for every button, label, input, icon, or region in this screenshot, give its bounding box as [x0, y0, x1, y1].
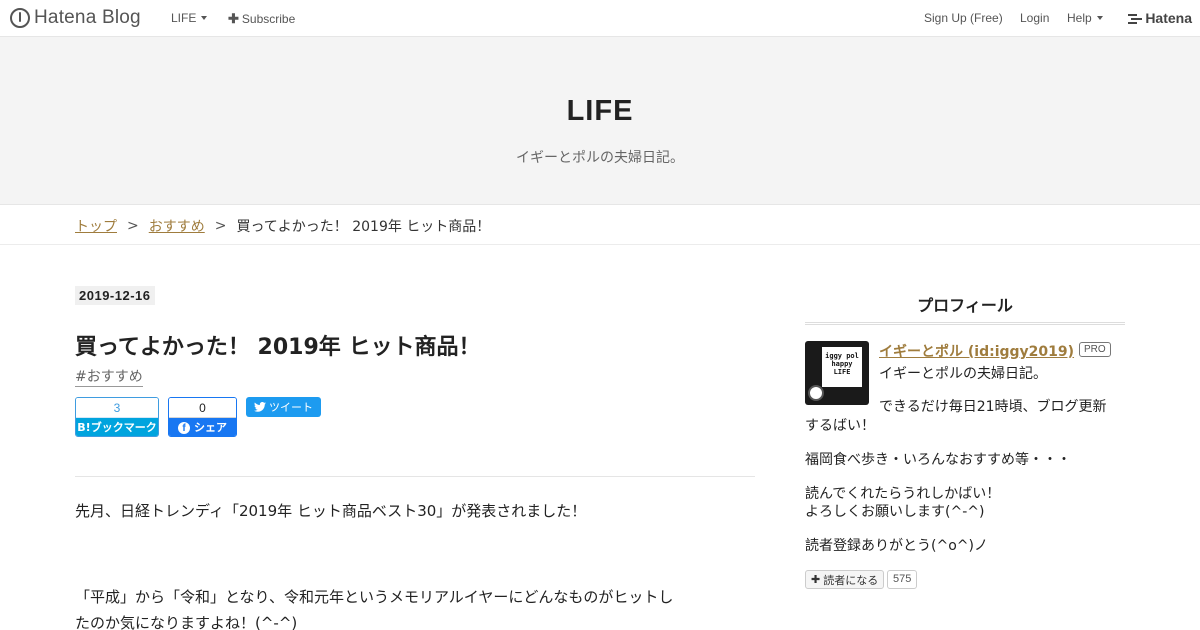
subscribe-link[interactable]: ✚ Subscribe [228, 11, 295, 27]
subscribe-label: Subscribe [241, 12, 296, 26]
global-header: Hatena Blog LIFE ✚ Subscribe Sign Up (Fr… [0, 0, 1200, 37]
facebook-icon: f [178, 421, 190, 434]
caret-down-icon [1096, 16, 1103, 20]
plus-icon: ✚ [228, 11, 239, 26]
plus-icon: ✚ [811, 573, 821, 586]
entry-paragraph: 「平成」から「令和」となり、令和元年というメモリアルイヤーにどんなものがヒットし [75, 588, 674, 606]
twitter-bird-icon [254, 402, 266, 412]
entry-divider [75, 476, 755, 477]
breadcrumb: トップ > おすすめ > 買ってよかった！ 2019年 ヒット商品！ [75, 216, 490, 236]
entry-date[interactable]: 2019-12-16 [75, 286, 155, 305]
hatena-blog-logo-icon [10, 8, 30, 28]
blog-title-area: LIFE イギーとポルの夫婦日記。 [0, 37, 1200, 205]
breadcrumb-bar: トップ > おすすめ > 買ってよかった！ 2019年 ヒット商品！ [0, 205, 1200, 245]
breadcrumb-separator: > [127, 218, 139, 234]
breadcrumb-separator: > [214, 218, 227, 234]
avatar-badge-icon [808, 385, 824, 401]
profile-text: 福岡食べ歩き・いろんなおすすめ等・・・ [805, 452, 1071, 468]
facebook-label: シェア [194, 421, 227, 434]
help-label: Help [1067, 11, 1092, 25]
login-label: Login [1020, 11, 1050, 25]
profile-name-link[interactable]: イギーとポル (id:iggy2019) [879, 341, 1074, 361]
logo-text: Hatena Blog [34, 7, 141, 28]
login-link[interactable]: Login [1020, 11, 1049, 25]
tweet-button[interactable]: ツイート [246, 397, 321, 417]
avatar-text: happy [831, 360, 853, 368]
profile-text: 読んでくれたらうれしかばい！ [805, 486, 1001, 502]
avatar-text: LIFE [833, 368, 851, 376]
tweet-label: ツイート [269, 401, 313, 414]
entry-paragraph: たのか気になりますよね！(^-^) [75, 614, 298, 630]
blog-menu-label: LIFE [171, 11, 197, 25]
bookmark-label-row: B!ブックマーク [76, 418, 158, 436]
profile-text: よろしくお願いします(^-^) [805, 504, 985, 520]
subscribe-reader-button[interactable]: ✚ 読者になる [805, 570, 885, 589]
subscriber-count: 575 [887, 570, 918, 589]
hatena-brand-label: Hatena [1145, 10, 1192, 26]
entry-paragraph: 先月、日経トレンディ「2019年 ヒット商品ベスト30」が発表されました！ [75, 502, 587, 520]
hatena-blog-logo[interactable]: Hatena Blog [10, 7, 141, 29]
avatar-text: iggy pol [825, 352, 859, 360]
breadcrumb-current: 買ってよかった！ 2019年 ヒット商品！ [236, 219, 491, 235]
blog-title[interactable]: LIFE [0, 95, 1200, 128]
hatena-brand-icon [1128, 13, 1143, 24]
profile-text: するばい！ [805, 418, 875, 434]
signup-label: Sign Up (Free) [924, 11, 1003, 25]
hatena-brand-link[interactable]: Hatena [1128, 10, 1192, 26]
bookmark-label: ブックマーク [90, 421, 157, 434]
breadcrumb-top-link[interactable]: トップ [75, 216, 117, 236]
bookmark-count: 3 [76, 398, 158, 418]
subscribe-reader-label: 読者になる [823, 573, 879, 587]
blog-menu-dropdown[interactable]: LIFE [171, 11, 208, 25]
blog-description: イギーとポルの夫婦日記。 [516, 150, 684, 166]
profile-text: できるだけ毎日21時頃、ブログ更新 [879, 399, 1107, 415]
profile-module-title: プロフィール [917, 296, 1013, 315]
facebook-label-row: f シェア [169, 418, 236, 436]
avatar-logo: iggy pol happy LIFE [822, 347, 862, 387]
hatena-bookmark-button[interactable]: 3 B!ブックマーク [75, 397, 159, 437]
share-buttons: 3 B!ブックマーク 0 f シェア ツイート [75, 397, 321, 437]
module-title-rule [805, 322, 1125, 325]
signup-link[interactable]: Sign Up (Free) [924, 11, 1003, 25]
pro-badge: PRO [1079, 342, 1111, 357]
entry-category-tag[interactable]: #おすすめ [75, 368, 143, 387]
profile-description: イギーとポルの夫婦日記。 [879, 366, 1047, 382]
avatar[interactable]: iggy pol happy LIFE [805, 341, 869, 405]
facebook-count: 0 [169, 398, 236, 418]
profile-text: 読者登録ありがとう(^o^)ノ [805, 538, 988, 554]
hatena-bookmark-icon: B! [77, 421, 91, 434]
entry-title[interactable]: 買ってよかった！ 2019年 ヒット商品！ [75, 329, 480, 361]
help-dropdown[interactable]: Help [1067, 11, 1103, 25]
breadcrumb-category-link[interactable]: おすすめ [149, 216, 205, 236]
facebook-share-button[interactable]: 0 f シェア [168, 397, 237, 437]
caret-down-icon [201, 16, 208, 20]
